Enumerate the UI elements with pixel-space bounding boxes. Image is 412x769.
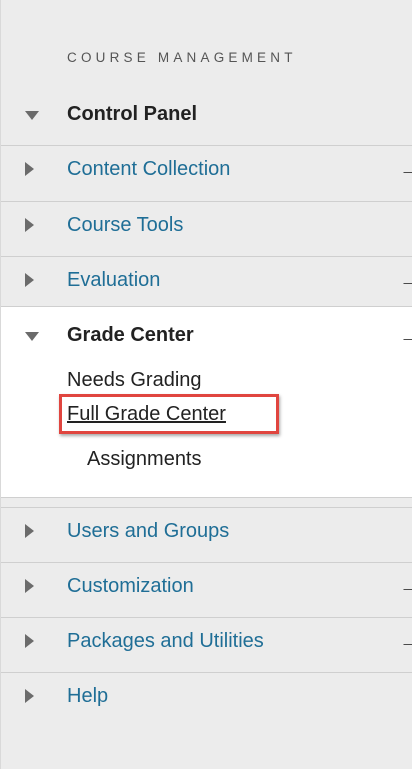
triangle-right-icon[interactable] xyxy=(25,162,34,176)
menu-item-label[interactable]: Customization xyxy=(67,575,194,598)
section-title: COURSE MANAGEMENT xyxy=(67,50,297,65)
arrow-right-icon[interactable]: → xyxy=(399,573,412,599)
highlight-box xyxy=(59,394,279,434)
needs-grading-link[interactable]: Needs Grading xyxy=(67,369,202,392)
arrow-right-icon[interactable]: → xyxy=(399,323,412,349)
menu-item-evaluation[interactable]: Evaluation → xyxy=(1,256,412,303)
control-panel-label: Control Panel xyxy=(67,103,198,125)
arrow-right-icon[interactable]: → xyxy=(399,628,412,654)
triangle-right-icon[interactable] xyxy=(25,579,34,593)
menu-item-label[interactable]: Course Tools xyxy=(67,214,183,237)
triangle-right-icon[interactable] xyxy=(25,689,34,703)
triangle-down-icon[interactable] xyxy=(25,110,39,120)
menu-item-label[interactable]: Content Collection xyxy=(67,158,230,181)
grade-center-label[interactable]: Grade Center xyxy=(67,324,194,347)
menu-item-label[interactable]: Help xyxy=(67,685,108,708)
grade-center-toggle[interactable]: Grade Center → xyxy=(1,312,412,359)
menu-item-content-collection[interactable]: Content Collection → xyxy=(1,145,412,192)
triangle-right-icon[interactable] xyxy=(25,634,34,648)
menu-item-label[interactable]: Packages and Utilities xyxy=(67,630,264,653)
menu-item-packages-and-utilities[interactable]: Packages and Utilities → xyxy=(1,617,412,664)
menu-item-users-and-groups[interactable]: Users and Groups xyxy=(1,507,412,554)
triangle-down-icon[interactable] xyxy=(25,331,39,341)
control-panel-toggle[interactable]: Control Panel xyxy=(1,91,412,138)
menu-item-customization[interactable]: Customization → xyxy=(1,562,412,609)
menu-item-help[interactable]: Help xyxy=(1,672,412,719)
course-management-panel: COURSE MANAGEMENT Control Panel Content … xyxy=(0,0,412,769)
assignments-link[interactable]: Assignments xyxy=(87,448,202,471)
triangle-right-icon[interactable] xyxy=(25,218,34,232)
arrow-right-icon[interactable]: → xyxy=(399,267,412,293)
menu-item-label[interactable]: Users and Groups xyxy=(67,520,229,543)
triangle-right-icon[interactable] xyxy=(25,273,34,287)
triangle-right-icon[interactable] xyxy=(25,524,34,538)
menu-item-course-tools[interactable]: Course Tools xyxy=(1,201,412,248)
arrow-right-icon[interactable]: → xyxy=(399,156,412,182)
menu-item-label[interactable]: Evaluation xyxy=(67,269,160,292)
